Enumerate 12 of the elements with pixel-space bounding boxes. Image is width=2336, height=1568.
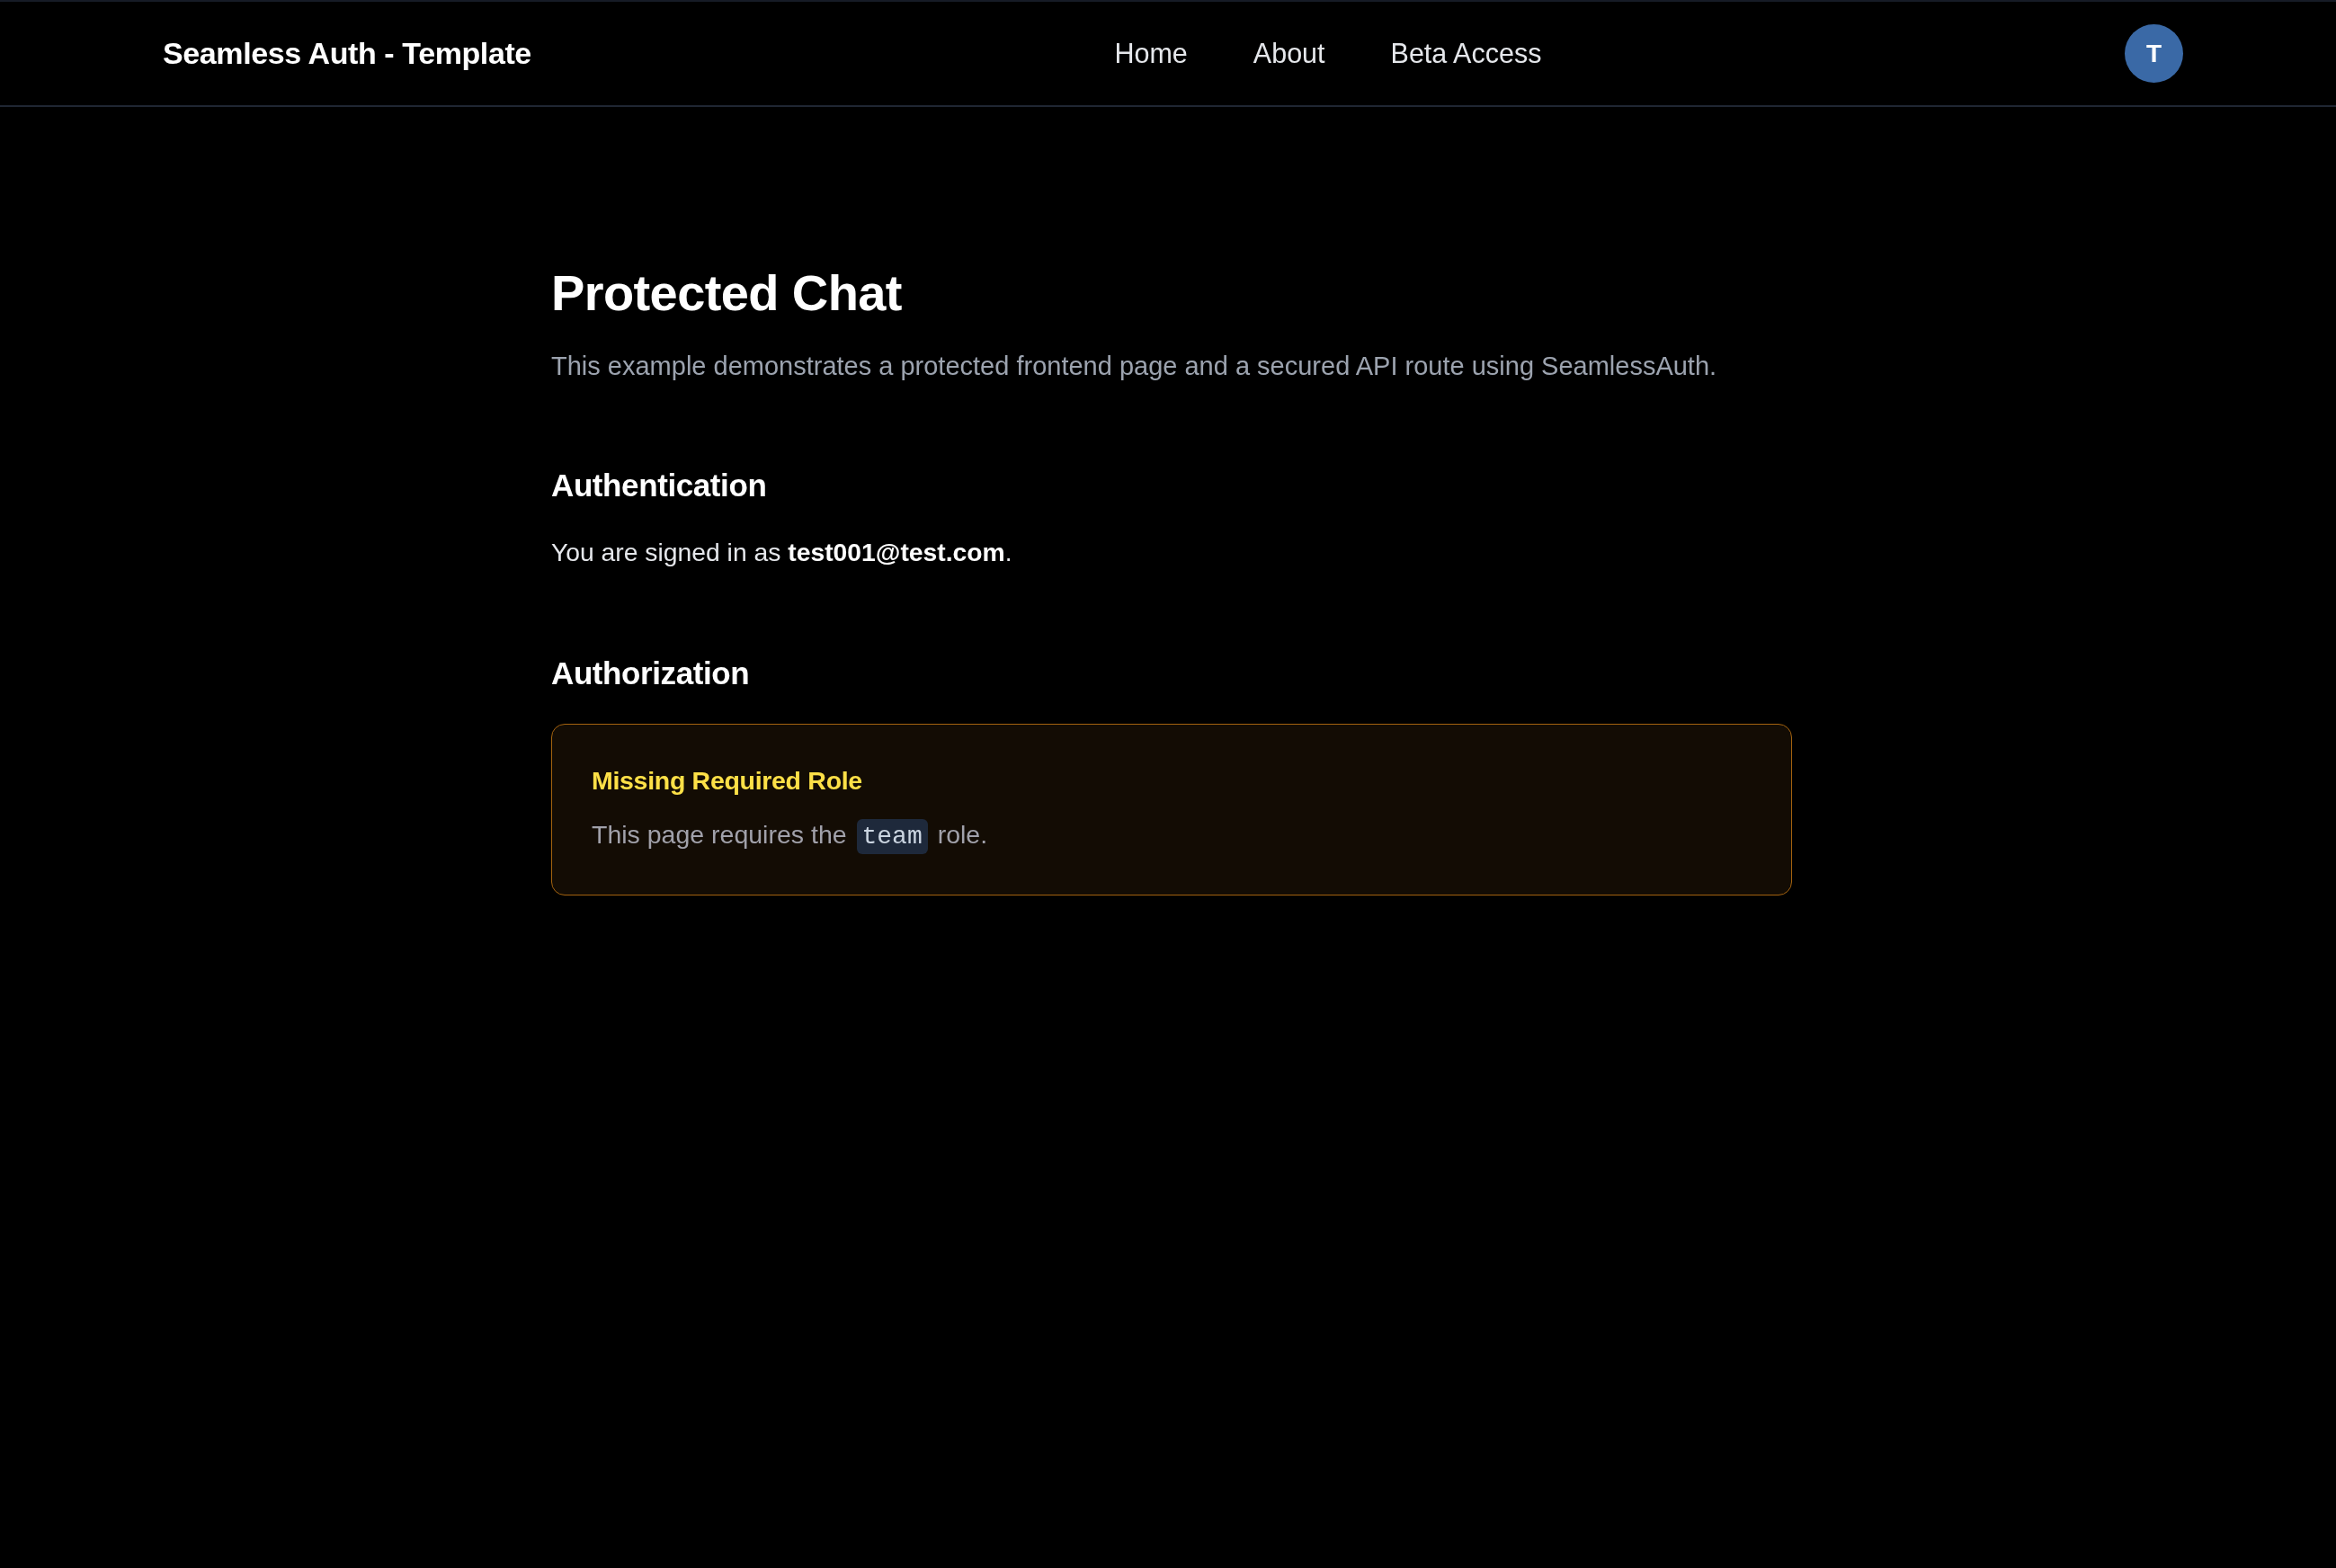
- alert-text: This page requires the team role.: [592, 816, 1752, 854]
- site-title[interactable]: Seamless Auth - Template: [163, 36, 531, 71]
- signed-in-text: You are signed in as test001@test.com.: [551, 537, 1013, 569]
- nav-link[interactable]: About: [1253, 38, 1325, 69]
- nav-link[interactable]: Home: [1114, 38, 1188, 69]
- nav-link[interactable]: Beta Access: [1390, 38, 1542, 69]
- avatar-button[interactable]: T: [2125, 24, 2183, 83]
- page-description: This example demonstrates a protected frontend page and a secured API route using SeamlessAuth.: [551, 351, 1718, 383]
- alert-title: Missing Required Role: [592, 764, 863, 797]
- section-heading: Authorization: [551, 654, 751, 692]
- section-heading: Authentication: [551, 467, 768, 505]
- page-title: Protected Chat: [551, 263, 903, 323]
